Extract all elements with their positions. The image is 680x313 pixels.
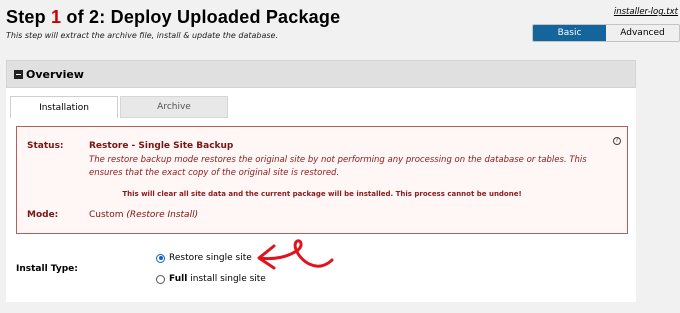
advanced-mode-button[interactable]: Advanced: [606, 25, 679, 41]
tab-installation[interactable]: Installation: [10, 96, 118, 118]
title-prefix: Step: [6, 7, 52, 27]
tab-archive[interactable]: Archive: [120, 96, 228, 118]
status-warning: This will clear all site data and the cu…: [122, 190, 522, 198]
mode-label: Mode:: [27, 210, 59, 220]
title-suffix: of 2: Deploy Uploaded Package: [61, 7, 341, 27]
minus-square-icon: [14, 69, 23, 79]
status-box: Status: ? Restore - Single Site Backup T…: [16, 126, 628, 234]
mode-value: Custom (Restore Install): [89, 210, 198, 220]
install-option-full[interactable]: Full install single site: [156, 274, 266, 284]
question-circle-icon[interactable]: ?: [613, 137, 621, 145]
full-radio[interactable]: [156, 274, 165, 284]
red-arrow-annotation: [257, 239, 334, 270]
full-option-bold: Full: [169, 274, 188, 284]
mode-toggle: Basic Advanced: [532, 24, 680, 42]
overview-title: Overview: [26, 67, 84, 81]
page-title: Step 1 of 2: Deploy Uploaded Package: [6, 7, 340, 28]
installer-log-link[interactable]: installer-log.txt: [614, 7, 678, 17]
status-value: Restore - Single Site Backup: [89, 141, 234, 151]
mode-value-text: Custom: [89, 210, 124, 220]
install-type-label: Install Type:: [16, 264, 78, 274]
install-option-restore[interactable]: Restore single site: [156, 253, 252, 263]
step-number: 1: [51, 7, 62, 27]
restore-option-label: Restore single site: [169, 253, 252, 263]
status-label: Status:: [27, 141, 64, 151]
status-description: The restore backup mode restores the ori…: [89, 155, 587, 178]
restore-radio[interactable]: [156, 253, 165, 263]
basic-mode-button[interactable]: Basic: [533, 25, 606, 41]
overview-header[interactable]: Overview: [6, 60, 636, 88]
page-subtitle: This step will extract the archive file,…: [6, 31, 279, 40]
mode-detail: (Restore Install): [126, 210, 199, 220]
overview-tabs: Installation Archive: [10, 96, 228, 118]
